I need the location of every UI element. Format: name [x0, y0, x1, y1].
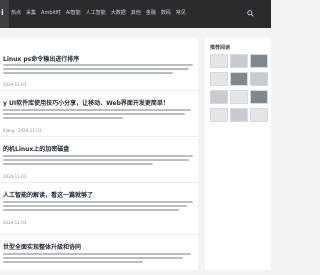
article-excerpt-line — [3, 64, 193, 66]
thumbnail[interactable] — [230, 90, 248, 104]
nav-item[interactable]: 采集 — [26, 9, 36, 17]
nav-item[interactable]: 其他 — [131, 9, 141, 17]
article-excerpt-line — [3, 68, 189, 70]
article-excerpt-line — [3, 201, 193, 203]
article-list: Linux ps命令输出进行排序 2024-11-03 y UI软件库使用技巧小… — [0, 38, 198, 270]
article-title[interactable]: y UI软件库使用技巧小分享，让移动、Web界面开发更简单！ — [3, 98, 169, 107]
nav-item[interactable]: 热点 — [11, 9, 21, 17]
thumbnail[interactable] — [230, 108, 248, 122]
nav-item[interactable]: 常见 — [176, 9, 186, 17]
article-excerpt-line — [3, 163, 153, 165]
thumbnail[interactable] — [230, 54, 248, 68]
article-title[interactable]: Linux ps命令输出进行排序 — [3, 54, 79, 63]
search-icon[interactable] — [247, 10, 254, 17]
article-meta: 2024-11-03 — [3, 220, 27, 225]
article-title[interactable]: 人工智能的解读，看这一篇就够了 — [3, 190, 93, 199]
thumbnail[interactable] — [230, 72, 248, 86]
nav-item[interactable]: 金融 — [146, 9, 156, 17]
nav-item[interactable]: 人工智能 — [86, 9, 106, 17]
article-meta: 2024-11-03 — [3, 174, 27, 179]
divider — [0, 234, 198, 235]
nav-item[interactable]: 数码 — [161, 9, 171, 17]
nav-item[interactable]: AI智能 — [66, 9, 81, 17]
thumbnail[interactable] — [250, 72, 268, 86]
thumbnail[interactable] — [210, 54, 228, 68]
divider — [0, 136, 198, 137]
main-nav: 热点 采集 Ambit时 AI智能 人工智能 大数据 其他 金融 数码 常见 — [11, 9, 186, 17]
article-excerpt-line — [3, 113, 185, 115]
article-excerpt-line — [3, 205, 187, 207]
divider — [0, 182, 198, 183]
sidebar-title: 推荐阅读 — [210, 45, 231, 51]
article-excerpt-line — [3, 72, 173, 74]
article-excerpt-line — [3, 117, 123, 119]
top-navigation-bar: i 热点 采集 Ambit时 AI智能 人工智能 大数据 其他 金融 数码 常见 — [0, 0, 271, 28]
article-title[interactable]: 世型全面实现整体升级和协同 — [3, 242, 81, 251]
thumbnail[interactable] — [250, 90, 268, 104]
sidebar: 推荐阅读 — [205, 38, 271, 270]
thumbnail[interactable] — [250, 54, 268, 68]
thumbnail[interactable] — [210, 108, 228, 122]
article-excerpt-line — [3, 209, 179, 211]
site-logo[interactable]: i — [0, 0, 9, 28]
article-title[interactable]: 的机Linux上的加密磁盘 — [3, 144, 69, 153]
article-excerpt-line — [3, 159, 189, 161]
thumbnail[interactable] — [210, 72, 228, 86]
divider — [0, 90, 198, 91]
article-excerpt-line — [3, 257, 183, 259]
logo-text: i — [1, 8, 4, 17]
nav-item[interactable]: 大数据 — [111, 9, 126, 17]
nav-item[interactable]: Ambit时 — [41, 9, 61, 17]
thumbnail[interactable] — [210, 90, 228, 104]
article-meta: Klang · 2024-11-03 — [3, 128, 42, 133]
article-excerpt-line — [3, 253, 191, 255]
article-meta: 2024-11-03 — [3, 82, 27, 87]
article-excerpt-line — [3, 109, 191, 111]
thumbnail[interactable] — [250, 108, 268, 122]
article-excerpt-line — [3, 261, 143, 263]
article-excerpt-line — [3, 155, 193, 157]
